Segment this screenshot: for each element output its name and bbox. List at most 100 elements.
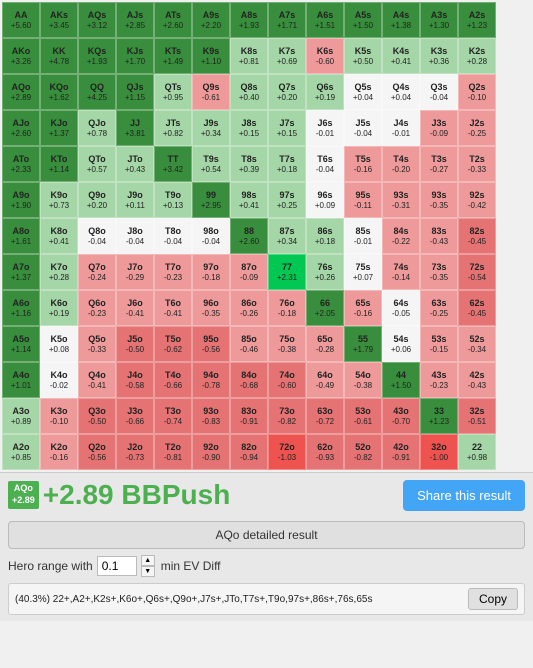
grid-cell[interactable]: 53o-0.61 — [344, 398, 382, 434]
grid-cell[interactable]: 52o-0.82 — [344, 434, 382, 470]
grid-cell[interactable]: T2s-0.33 — [458, 146, 496, 182]
grid-cell[interactable]: J8o-0.04 — [116, 218, 154, 254]
grid-cell[interactable]: A9s+2.20 — [192, 2, 230, 38]
grid-cell[interactable]: J9s+0.34 — [192, 110, 230, 146]
grid-cell[interactable]: 72s-0.54 — [458, 254, 496, 290]
grid-cell[interactable]: A4s+1.38 — [382, 2, 420, 38]
grid-cell[interactable]: KQs+1.93 — [78, 38, 116, 74]
grid-cell[interactable]: 88+2.60 — [230, 218, 268, 254]
grid-cell[interactable]: T8s+0.39 — [230, 146, 268, 182]
grid-cell[interactable]: 82s-0.45 — [458, 218, 496, 254]
grid-cell[interactable]: K3o-0.10 — [40, 398, 78, 434]
grid-cell[interactable]: 43o-0.70 — [382, 398, 420, 434]
grid-cell[interactable]: ATo+2.33 — [2, 146, 40, 182]
grid-cell[interactable]: T9o+0.13 — [154, 182, 192, 218]
grid-cell[interactable]: 97o-0.18 — [192, 254, 230, 290]
grid-cell[interactable]: A3o+0.89 — [2, 398, 40, 434]
grid-cell[interactable]: 87o-0.09 — [230, 254, 268, 290]
grid-cell[interactable]: A4o+1.01 — [2, 362, 40, 398]
grid-cell[interactable]: 99+2.95 — [192, 182, 230, 218]
grid-cell[interactable]: AA+5.60 — [2, 2, 40, 38]
grid-cell[interactable]: J4s-0.01 — [382, 110, 420, 146]
ev-down-button[interactable]: ▼ — [141, 566, 155, 577]
grid-cell[interactable]: J5s-0.04 — [344, 110, 382, 146]
grid-cell[interactable]: A2o+0.85 — [2, 434, 40, 470]
grid-cell[interactable]: Q7s+0.20 — [268, 74, 306, 110]
grid-cell[interactable]: Q2s-0.10 — [458, 74, 496, 110]
grid-cell[interactable]: Q8s+0.40 — [230, 74, 268, 110]
grid-cell[interactable]: JTs+0.82 — [154, 110, 192, 146]
grid-cell[interactable]: T8o-0.04 — [154, 218, 192, 254]
grid-cell[interactable]: 93s-0.31 — [382, 182, 420, 218]
grid-cell[interactable]: 65o-0.28 — [306, 326, 344, 362]
grid-cell[interactable]: 62o-0.93 — [306, 434, 344, 470]
grid-cell[interactable]: TT+3.42 — [154, 146, 192, 182]
grid-cell[interactable]: Q5s+0.04 — [344, 74, 382, 110]
grid-cell[interactable]: Q9o+0.20 — [78, 182, 116, 218]
grid-cell[interactable]: 63o-0.72 — [306, 398, 344, 434]
grid-cell[interactable]: 93s-0.35 — [420, 182, 458, 218]
grid-cell[interactable]: K4s+0.41 — [382, 38, 420, 74]
grid-cell[interactable]: J9o+0.11 — [116, 182, 154, 218]
grid-cell[interactable]: 63s-0.25 — [420, 290, 458, 326]
grid-cell[interactable]: 43s-0.23 — [420, 362, 458, 398]
grid-cell[interactable]: J6o-0.41 — [116, 290, 154, 326]
grid-cell[interactable]: K9o+0.73 — [40, 182, 78, 218]
grid-cell[interactable]: J5o-0.50 — [116, 326, 154, 362]
grid-cell[interactable]: AJo+2.60 — [2, 110, 40, 146]
grid-cell[interactable]: 73o-0.82 — [268, 398, 306, 434]
grid-cell[interactable]: 77+2.31 — [268, 254, 306, 290]
grid-cell[interactable]: 73s-0.35 — [420, 254, 458, 290]
grid-cell[interactable]: 33+1.23 — [420, 398, 458, 434]
grid-cell[interactable]: 64o-0.49 — [306, 362, 344, 398]
grid-cell[interactable]: Q9s-0.61 — [192, 74, 230, 110]
grid-cell[interactable]: 82o-0.94 — [230, 434, 268, 470]
grid-cell[interactable]: T7o-0.23 — [154, 254, 192, 290]
grid-cell[interactable]: J3s-0.09 — [420, 110, 458, 146]
grid-cell[interactable]: 95o-0.56 — [192, 326, 230, 362]
grid-cell[interactable]: K8o+0.41 — [40, 218, 78, 254]
grid-cell[interactable]: Q3s-0.04 — [420, 74, 458, 110]
grid-cell[interactable]: T5o-0.62 — [154, 326, 192, 362]
grid-cell[interactable]: KTo+1.14 — [40, 146, 78, 182]
grid-cell[interactable]: 93o-0.83 — [192, 398, 230, 434]
grid-cell[interactable]: K5s+0.50 — [344, 38, 382, 74]
grid-cell[interactable]: J7o-0.29 — [116, 254, 154, 290]
grid-cell[interactable]: K3s+0.36 — [420, 38, 458, 74]
grid-cell[interactable]: 83o-0.91 — [230, 398, 268, 434]
detailed-button[interactable]: AQo detailed result — [8, 521, 525, 549]
grid-cell[interactable]: A9o+1.90 — [2, 182, 40, 218]
grid-cell[interactable]: 84o-0.68 — [230, 362, 268, 398]
grid-cell[interactable]: K2o-0.16 — [40, 434, 78, 470]
grid-cell[interactable]: 55+1.79 — [344, 326, 382, 362]
grid-cell[interactable]: AQs+3.12 — [78, 2, 116, 38]
grid-cell[interactable]: AKo+3.26 — [2, 38, 40, 74]
grid-cell[interactable]: J8s+0.15 — [230, 110, 268, 146]
grid-cell[interactable]: 66+2.05 — [306, 290, 344, 326]
grid-cell[interactable]: T2o-0.81 — [154, 434, 192, 470]
grid-cell[interactable]: K7s+0.69 — [268, 38, 306, 74]
grid-cell[interactable]: KJs+1.70 — [116, 38, 154, 74]
grid-cell[interactable]: 53s-0.15 — [420, 326, 458, 362]
grid-cell[interactable]: JTo+0.43 — [116, 146, 154, 182]
grid-cell[interactable]: T4s-0.20 — [382, 146, 420, 182]
grid-cell[interactable]: J6s-0.01 — [306, 110, 344, 146]
grid-cell[interactable]: 98s+0.41 — [230, 182, 268, 218]
grid-cell[interactable]: 98o-0.04 — [192, 218, 230, 254]
grid-cell[interactable]: J7s+0.15 — [268, 110, 306, 146]
grid-cell[interactable]: 83s-0.43 — [420, 218, 458, 254]
grid-cell[interactable]: K9s+1.10 — [192, 38, 230, 74]
grid-cell[interactable]: K6s-0.60 — [306, 38, 344, 74]
grid-cell[interactable]: ATs+2.60 — [154, 2, 192, 38]
grid-cell[interactable]: AJs+2.85 — [116, 2, 154, 38]
copy-button[interactable]: Copy — [468, 588, 518, 610]
grid-cell[interactable]: Q2o-0.56 — [78, 434, 116, 470]
grid-cell[interactable]: K7o+0.28 — [40, 254, 78, 290]
ev-input[interactable] — [97, 556, 137, 576]
grid-cell[interactable]: 62s-0.45 — [458, 290, 496, 326]
grid-cell[interactable]: 44+1.50 — [382, 362, 420, 398]
grid-cell[interactable]: 42o-0.91 — [382, 434, 420, 470]
grid-cell[interactable]: QJo+0.78 — [78, 110, 116, 146]
grid-cell[interactable]: T3s-0.27 — [420, 146, 458, 182]
grid-cell[interactable]: A5s+1.50 — [344, 2, 382, 38]
